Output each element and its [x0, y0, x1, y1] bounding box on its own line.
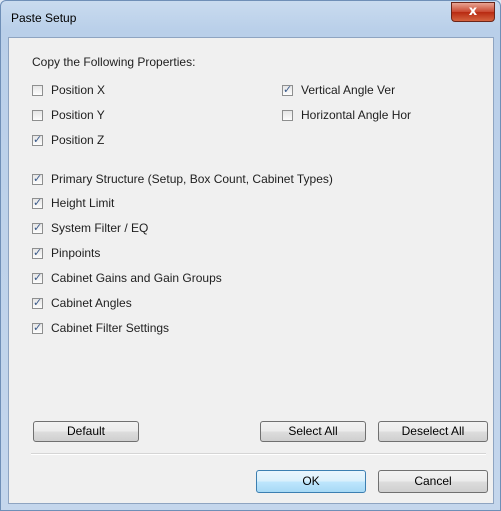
checkbox-height-limit[interactable]: Height Limit — [32, 195, 114, 211]
checkbox-primary-structure[interactable]: Primary Structure (Setup, Box Count, Cab… — [32, 171, 333, 187]
ok-button[interactable]: OK — [256, 470, 366, 493]
checkbox-label: Cabinet Angles — [51, 296, 132, 310]
checkbox-cabinet-filter-settings[interactable]: Cabinet Filter Settings — [32, 320, 169, 336]
section-heading: Copy the Following Properties: — [32, 55, 196, 69]
checkbox-label: Position Y — [51, 108, 105, 122]
checkbox-label: Horizontal Angle Hor — [301, 108, 412, 122]
checkbox-vertical-angle[interactable]: Vertical Angle Ver — [282, 82, 395, 98]
checkbox-box[interactable] — [282, 83, 293, 96]
button-separator — [31, 453, 486, 455]
checkbox-position-y[interactable]: Position Y — [32, 107, 105, 123]
checkbox-label: Height Limit — [51, 196, 115, 210]
checkbox-box[interactable] — [282, 109, 293, 121]
close-button[interactable]: x — [451, 2, 495, 22]
checkbox-box[interactable] — [32, 221, 43, 234]
checkbox-horizontal-angle[interactable]: Horizontal Angle Hor — [282, 107, 411, 123]
checkbox-pinpoints[interactable]: Pinpoints — [32, 245, 100, 261]
checkbox-label: Position X — [51, 83, 106, 97]
checkbox-label: Position Z — [51, 133, 105, 147]
checkbox-box[interactable] — [32, 296, 43, 309]
checkbox-system-filter[interactable]: System Filter / EQ — [32, 220, 148, 236]
checkbox-label: Vertical Angle Ver — [301, 83, 396, 97]
checkbox-cabinet-angles[interactable]: Cabinet Angles — [32, 295, 132, 311]
checkbox-cabinet-gains[interactable]: Cabinet Gains and Gain Groups — [32, 270, 222, 286]
checkbox-label: Cabinet Filter Settings — [51, 321, 170, 335]
checkbox-box[interactable] — [32, 321, 43, 334]
checkbox-label: Primary Structure (Setup, Box Count, Cab… — [51, 172, 333, 186]
select-all-button[interactable]: Select All — [260, 421, 366, 442]
checkbox-box[interactable] — [32, 172, 43, 185]
checkbox-label: System Filter / EQ — [51, 221, 149, 235]
title-bar[interactable]: Paste Setup x — [1, 1, 500, 37]
checkbox-box[interactable] — [32, 271, 43, 284]
checkbox-box[interactable] — [32, 109, 43, 121]
deselect-all-button[interactable]: Deselect All — [378, 421, 488, 442]
close-icon: x — [468, 4, 478, 19]
checkbox-label: Cabinet Gains and Gain Groups — [51, 271, 222, 285]
checkbox-position-z[interactable]: Position Z — [32, 132, 104, 148]
dialog-title: Paste Setup — [11, 11, 77, 25]
checkbox-box[interactable] — [32, 246, 43, 259]
checkbox-position-x[interactable]: Position X — [32, 82, 105, 98]
checkbox-label: Pinpoints — [51, 246, 101, 260]
checkbox-box[interactable] — [32, 84, 43, 96]
default-button[interactable]: Default — [33, 421, 139, 442]
dialog-body: Copy the Following Properties: Position … — [8, 37, 494, 504]
checkbox-box[interactable] — [32, 196, 43, 209]
checkbox-box[interactable] — [32, 133, 43, 146]
paste-setup-dialog: Paste Setup x Copy the Following Propert… — [0, 0, 501, 511]
cancel-button[interactable]: Cancel — [378, 470, 488, 493]
